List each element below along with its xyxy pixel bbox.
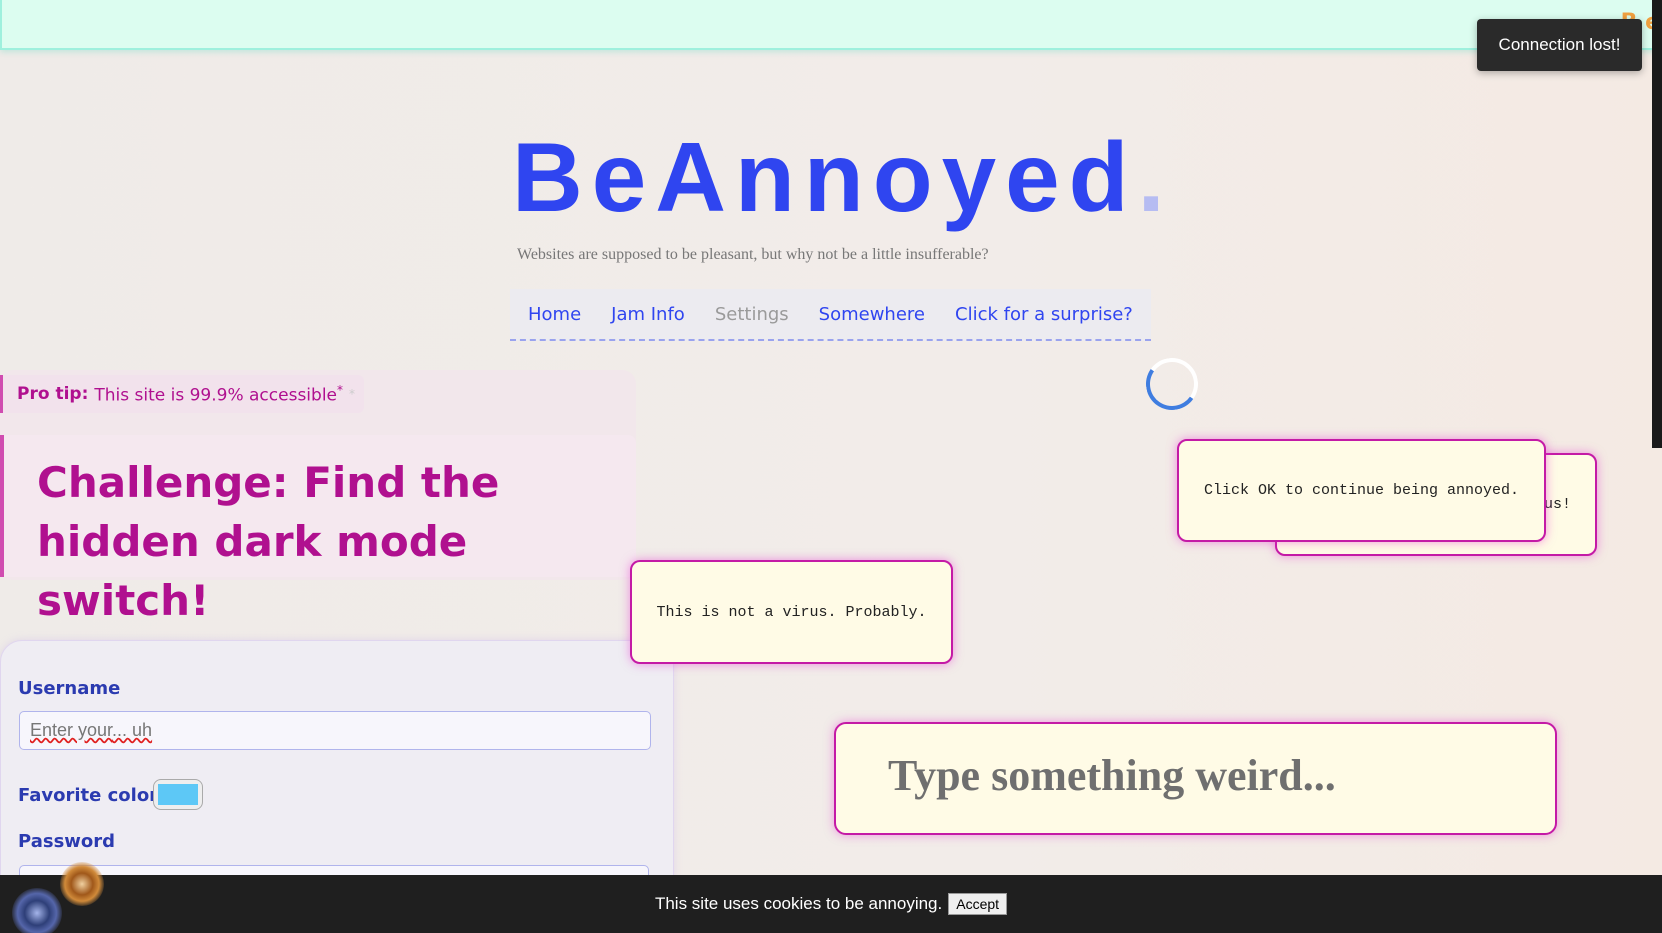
cookie-text: This site uses cookies to be annoying. (654, 894, 943, 913)
pro-tip-asterisk: * (337, 382, 343, 397)
pro-tip-faint-asterisk: * (349, 387, 355, 401)
pro-tip-label: Pro tip: (17, 384, 89, 404)
username-input[interactable]: Enter your... uh (19, 711, 651, 750)
cookie-banner: This site uses cookies to be annoying. A… (0, 875, 1662, 933)
pro-tip-text: This site is 99.9% accessible* (94, 383, 343, 406)
challenge-banner: Challenge: Find the hidden dark mode swi… (0, 435, 636, 625)
blue-orb-icon[interactable] (12, 888, 62, 933)
nav-somewhere[interactable]: Somewhere (819, 304, 925, 325)
nav-home[interactable]: Home (528, 304, 581, 325)
pro-tip-body: This site is 99.9% accessible (94, 385, 337, 406)
color-picker[interactable] (153, 779, 203, 810)
username-placeholder-a: Enter your (30, 720, 113, 740)
connection-toast: Connection lost! (1477, 19, 1642, 71)
nav-surprise[interactable]: Click for a surprise? (955, 304, 1133, 325)
main-nav: Home Jam Info Settings Somewhere Click f… (510, 289, 1151, 341)
favorite-color-label: Favorite color (18, 785, 159, 806)
nav-jam-info[interactable]: Jam Info (611, 304, 685, 325)
challenge-line-1: Challenge: Find the (37, 458, 500, 507)
pro-tip: Pro tip: This site is 99.9% accessible* … (0, 375, 364, 413)
username-placeholder-b: ... uh (112, 720, 153, 740)
weird-input[interactable]: Type something weird... (834, 722, 1557, 835)
brand-dot: . (1137, 122, 1174, 232)
popup-back-text: us! (1543, 496, 1571, 513)
orange-orb-icon[interactable] (60, 862, 104, 906)
popup-virus-text: This is not a virus. Probably. (656, 603, 927, 621)
accept-cookies-button[interactable]: Accept (948, 893, 1008, 915)
brand-name: BeAnnoyed (512, 122, 1138, 232)
nav-settings[interactable]: Settings (715, 304, 789, 325)
popup-continue-text: Click OK to continue being annoyed. (1203, 482, 1520, 499)
site-logo[interactable]: BeAnnoyed. (512, 128, 1174, 226)
top-banner: B e (0, 0, 1662, 50)
loading-spinner (1141, 353, 1203, 415)
password-label: Password (18, 831, 116, 852)
popup-continue[interactable]: Click OK to continue being annoyed. (1177, 439, 1546, 542)
tagline: Websites are supposed to be pleasant, bu… (517, 246, 989, 263)
popup-virus[interactable]: This is not a virus. Probably. (630, 560, 953, 664)
username-label: Username (18, 678, 121, 699)
challenge-line-2: hidden dark mode switch! (37, 517, 468, 625)
scrollbar[interactable] (1652, 0, 1662, 448)
color-picker-swatch (158, 784, 198, 805)
